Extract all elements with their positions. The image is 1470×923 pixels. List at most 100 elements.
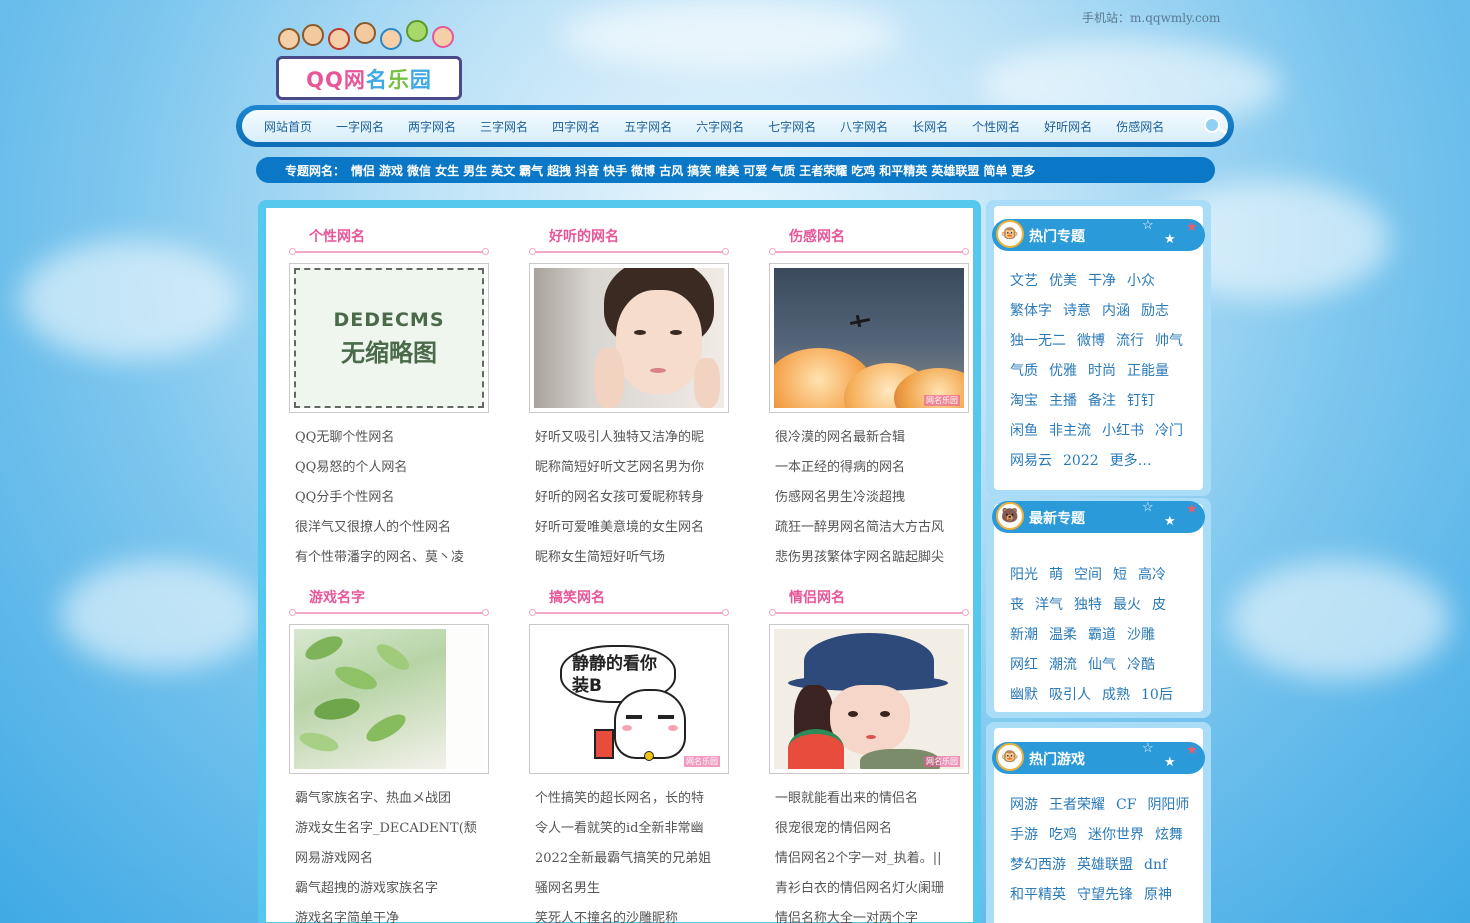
topic-tag[interactable]: 主播	[1049, 393, 1077, 409]
list-item[interactable]: QQ无聊个性网名	[289, 423, 489, 453]
topic-tag[interactable]: 帅气	[1155, 333, 1183, 349]
topic-link[interactable]: 古风	[659, 162, 683, 179]
game-tag[interactable]: 英雄联盟	[1077, 857, 1133, 873]
topic-tag[interactable]: 皮	[1152, 597, 1166, 613]
list-item[interactable]: 昵称女生简短好听气场	[529, 543, 729, 573]
topic-tag[interactable]: 霸道	[1088, 627, 1116, 643]
topic-tag[interactable]: 内涵	[1102, 303, 1130, 319]
list-item[interactable]: 青衫白衣的情侣网名灯火阑珊	[769, 874, 969, 904]
topic-link[interactable]: 霸气	[519, 162, 543, 179]
list-item[interactable]: 笑死人不撞名的沙雕昵称	[529, 904, 729, 923]
game-tag[interactable]: 吃鸡	[1049, 827, 1077, 843]
topic-tag[interactable]: 独特	[1074, 597, 1102, 613]
nav-item-sad[interactable]: 伤感网名	[1116, 118, 1164, 135]
nav-item-five-char[interactable]: 五字网名	[624, 118, 672, 135]
list-item[interactable]: 游戏名字简单干净	[289, 904, 489, 923]
nav-item-personality[interactable]: 个性网名	[972, 118, 1020, 135]
topic-link[interactable]: 英雄联盟	[931, 162, 979, 179]
topic-link[interactable]: 微信	[407, 162, 431, 179]
list-item[interactable]: 霸气家族名字、热血メ战团	[289, 784, 489, 814]
topic-tag[interactable]: 小众	[1127, 273, 1155, 289]
section-thumbnail[interactable]	[529, 263, 729, 413]
topic-tag[interactable]: 流行	[1116, 333, 1144, 349]
mobile-site-url[interactable]: m.qqwmly.com	[1130, 11, 1220, 25]
topic-tag[interactable]: 潮流	[1049, 657, 1077, 673]
section-thumbnail[interactable]	[289, 624, 489, 774]
topic-tag[interactable]: 最火	[1113, 597, 1141, 613]
nav-item-one-char[interactable]: 一字网名	[336, 118, 384, 135]
topic-tag[interactable]: 网易云	[1010, 453, 1052, 469]
game-tag[interactable]: 网游	[1010, 797, 1038, 813]
topic-link-more[interactable]: 更多	[1011, 162, 1035, 179]
topic-tag[interactable]: 空间	[1074, 567, 1102, 583]
topic-tag[interactable]: 冷酷	[1127, 657, 1155, 673]
topic-link[interactable]: 微博	[631, 162, 655, 179]
topic-tag[interactable]: 成熟	[1102, 687, 1130, 703]
topic-tag[interactable]: 新潮	[1010, 627, 1038, 643]
list-item[interactable]: 好听可爱唯美意境的女生网名	[529, 513, 729, 543]
topic-tag[interactable]: 短	[1113, 567, 1127, 583]
list-item[interactable]: 很洋气又很撩人的个性网名	[289, 513, 489, 543]
topic-link[interactable]: 气质	[771, 162, 795, 179]
list-item[interactable]: 好听又吸引人独特又洁净的昵	[529, 423, 729, 453]
nav-item-long[interactable]: 长网名	[912, 118, 948, 135]
topic-link[interactable]: 可爱	[743, 162, 767, 179]
topic-tag[interactable]: 独一无二	[1010, 333, 1066, 349]
topic-tag[interactable]: 小红书	[1102, 423, 1144, 439]
list-item[interactable]: 有个性带潘字的网名、莫丶凌	[289, 543, 489, 573]
section-title[interactable]: 搞笑网名	[529, 587, 729, 609]
topic-tag[interactable]: 温柔	[1049, 627, 1077, 643]
game-tag[interactable]: 迷你世界	[1088, 827, 1144, 843]
nav-item-two-char[interactable]: 两字网名	[408, 118, 456, 135]
topic-tag[interactable]: 网红	[1010, 657, 1038, 673]
section-title[interactable]: 情侣网名	[769, 587, 969, 609]
list-item[interactable]: 伤感网名男生冷淡超拽	[769, 483, 969, 513]
section-title[interactable]: 个性网名	[289, 226, 489, 248]
topic-tag[interactable]: 气质	[1010, 363, 1038, 379]
site-logo[interactable]: QQ网名乐园	[264, 20, 469, 106]
nav-item-seven-char[interactable]: 七字网名	[768, 118, 816, 135]
list-item[interactable]: 网易游戏网名	[289, 844, 489, 874]
topic-tag[interactable]: 丧	[1010, 597, 1024, 613]
topic-tag[interactable]: 淘宝	[1010, 393, 1038, 409]
topic-link[interactable]: 搞笑	[687, 162, 711, 179]
game-tag[interactable]: 手游	[1010, 827, 1038, 843]
list-item[interactable]: 个性搞笑的超长网名，长的特	[529, 784, 729, 814]
topic-link[interactable]: 抖音	[575, 162, 599, 179]
game-tag[interactable]: 守望先锋	[1077, 887, 1133, 903]
topic-link[interactable]: 唯美	[715, 162, 739, 179]
list-item[interactable]: 情侣网名2个字一对_执着。||	[769, 844, 969, 874]
game-tag[interactable]: 梦幻西游	[1010, 857, 1066, 873]
topic-tag[interactable]: 钉钉	[1127, 393, 1155, 409]
nav-item-nice[interactable]: 好听网名	[1044, 118, 1092, 135]
nav-item-home[interactable]: 网站首页	[264, 118, 312, 135]
nav-item-four-char[interactable]: 四字网名	[552, 118, 600, 135]
game-tag[interactable]: 阴阳师	[1147, 797, 1189, 813]
section-title[interactable]: 伤感网名	[769, 226, 969, 248]
nav-item-three-char[interactable]: 三字网名	[480, 118, 528, 135]
list-item[interactable]: QQ易怒的个人网名	[289, 453, 489, 483]
topic-tag[interactable]: 干净	[1088, 273, 1116, 289]
topic-link[interactable]: 英文	[491, 162, 515, 179]
topic-tag[interactable]: 优雅	[1049, 363, 1077, 379]
topic-tag[interactable]: 沙雕	[1127, 627, 1155, 643]
topic-tag[interactable]: 吸引人	[1049, 687, 1091, 703]
list-item[interactable]: 昵称简短好听文艺网名男为你	[529, 453, 729, 483]
topic-tag[interactable]: 高冷	[1138, 567, 1166, 583]
list-item[interactable]: 霸气超拽的游戏家族名字	[289, 874, 489, 904]
list-item[interactable]: 游戏女生名字_DECADENT(颓	[289, 814, 489, 844]
list-item[interactable]: 情侣名称大全一对两个字	[769, 904, 969, 923]
list-item[interactable]: 骚网名男生	[529, 874, 729, 904]
topic-tag[interactable]: 微博	[1077, 333, 1105, 349]
game-tag[interactable]: 王者荣耀	[1049, 797, 1105, 813]
list-item[interactable]: 很冷漠的网名最新合辑	[769, 423, 969, 453]
search-icon[interactable]	[1204, 117, 1228, 135]
topic-tag[interactable]: 繁体字	[1010, 303, 1052, 319]
topic-tag[interactable]: 萌	[1049, 567, 1063, 583]
nav-item-eight-char[interactable]: 八字网名	[840, 118, 888, 135]
topic-tag[interactable]: 洋气	[1035, 597, 1063, 613]
list-item[interactable]: 很宠很宠的情侣网名	[769, 814, 969, 844]
topic-link[interactable]: 情侣	[351, 162, 375, 179]
section-title[interactable]: 游戏名字	[289, 587, 489, 609]
section-thumbnail[interactable]: 静静的看你 装B 网名乐园	[529, 624, 729, 774]
